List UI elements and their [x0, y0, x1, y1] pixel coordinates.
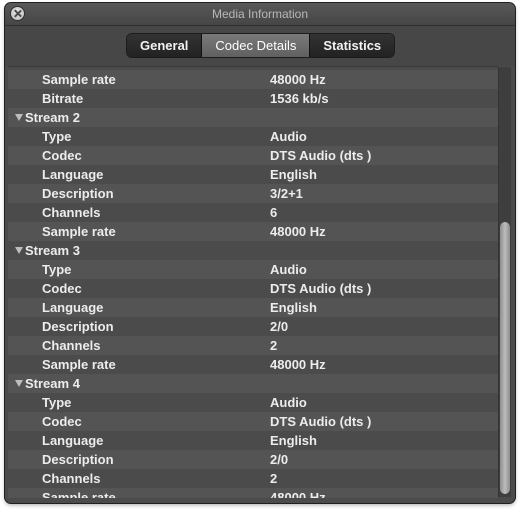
info-value: DTS Audio (dts ) [270, 414, 372, 429]
info-rows: Sample rate 48000 Hz Bitrate 1536 kb/s Strea… [8, 70, 498, 498]
info-key: Channels [42, 338, 101, 353]
info-key: Language [42, 300, 104, 315]
vertical-scrollbar[interactable] [498, 67, 511, 497]
info-row: Description 3/2+1 [8, 184, 498, 203]
info-key: Bitrate [42, 91, 84, 106]
info-key: Sample rate [42, 357, 116, 372]
info-key: Sample rate [42, 490, 116, 498]
info-key: Channels [42, 471, 101, 486]
window-title: Media Information [211, 7, 309, 21]
info-row: Description 2/0 [8, 450, 498, 469]
stream-header-row[interactable]: Stream 4 [8, 374, 498, 393]
info-row: Type Audio [8, 127, 498, 146]
info-key: Sample rate [42, 72, 116, 87]
tab-statistics[interactable]: Statistics [310, 34, 394, 57]
info-row: Language English [8, 431, 498, 450]
info-value: English [270, 300, 317, 315]
stream-label: Stream 4 [25, 376, 80, 391]
info-key: Type [42, 129, 72, 144]
info-value: 48000 Hz [270, 72, 326, 87]
info-value: DTS Audio (dts ) [270, 148, 372, 163]
scrollbar-thumb[interactable] [500, 222, 510, 494]
info-key: Language [42, 167, 104, 182]
info-row: Channels 6 [8, 203, 498, 222]
info-value: Audio [270, 395, 307, 410]
info-value: English [270, 433, 317, 448]
disclosure-triangle-icon[interactable] [15, 247, 23, 254]
stream-header-row[interactable]: Stream 3 [8, 241, 498, 260]
info-key: Description [42, 186, 114, 201]
info-value: English [270, 167, 317, 182]
info-value: DTS Audio (dts ) [270, 281, 372, 296]
info-key: Description [42, 452, 114, 467]
info-row: Sample rate 48000 Hz [8, 355, 498, 374]
info-key: Channels [42, 205, 101, 220]
info-row: Codec DTS Audio (dts ) [8, 279, 498, 298]
title-bar[interactable]: Media Information [5, 3, 515, 26]
stream-header-row[interactable]: Stream 2 [8, 108, 498, 127]
info-row: Type Audio [8, 393, 498, 412]
info-value: 2 [270, 471, 278, 486]
tab-segmented-control: General Codec Details Statistics [127, 34, 395, 57]
tab-general[interactable]: General [127, 34, 203, 57]
tab-codec-details[interactable]: Codec Details [202, 34, 311, 57]
info-value: Audio [270, 129, 307, 144]
info-row: Language English [8, 165, 498, 184]
info-row: Codec DTS Audio (dts ) [8, 412, 498, 431]
info-key: Codec [42, 148, 82, 163]
info-key: Codec [42, 281, 82, 296]
info-key: Codec [42, 414, 82, 429]
toolbar: General Codec Details Statistics [5, 26, 515, 66]
info-row: Bitrate 1536 kb/s [8, 89, 498, 108]
info-row: Type Audio [8, 260, 498, 279]
info-key: Sample rate [42, 224, 116, 239]
info-value: 3/2+1 [270, 186, 303, 201]
info-row: Sample rate 48000 Hz [8, 70, 498, 89]
info-key: Description [42, 319, 114, 334]
codec-details-list[interactable]: Sample rate 48000 Hz Bitrate 1536 kb/s Strea… [8, 66, 498, 498]
info-key: Type [42, 395, 72, 410]
info-row: Language English [8, 298, 498, 317]
info-key: Language [42, 433, 104, 448]
stream-label: Stream 2 [25, 110, 80, 125]
info-value: 2 [270, 338, 278, 353]
disclosure-triangle-icon[interactable] [15, 380, 23, 387]
info-row: Codec DTS Audio (dts ) [8, 146, 498, 165]
info-value: 48000 Hz [270, 490, 326, 498]
info-row: Channels 2 [8, 336, 498, 355]
info-row: Sample rate 48000 Hz [8, 222, 498, 241]
info-key: Type [42, 262, 72, 277]
disclosure-triangle-icon[interactable] [15, 114, 23, 121]
info-value: 1536 kb/s [270, 91, 329, 106]
info-value: Audio [270, 262, 307, 277]
info-row: Description 2/0 [8, 317, 498, 336]
info-value: 2/0 [270, 452, 289, 467]
info-row: Channels 2 [8, 469, 498, 488]
media-information-window: Media Information General Codec Details … [5, 3, 515, 503]
info-value: 2/0 [270, 319, 289, 334]
info-row: Sample rate 48000 Hz [8, 488, 498, 498]
info-value: 48000 Hz [270, 357, 326, 372]
info-value: 48000 Hz [270, 224, 326, 239]
info-value: 6 [270, 205, 278, 220]
stream-label: Stream 3 [25, 243, 80, 258]
